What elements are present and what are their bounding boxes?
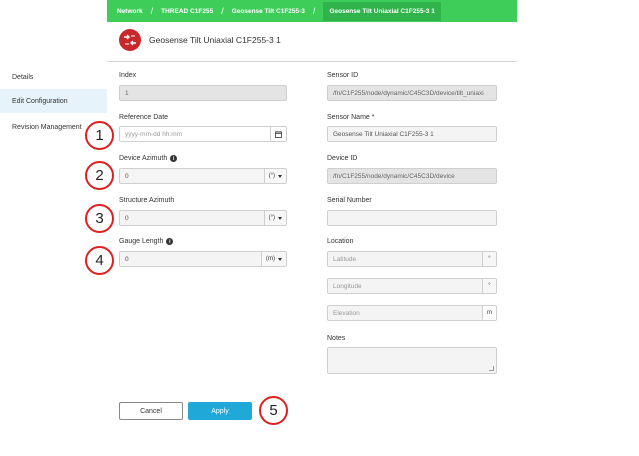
structure-azimuth-input[interactable]: 0 (°) bbox=[119, 210, 287, 226]
latitude-unit: ° bbox=[482, 252, 496, 266]
device-azimuth-value: 0 bbox=[125, 172, 129, 180]
sensor-id-field: /fn/C1F255/node/dynamic/C45C3D/device/ti… bbox=[327, 85, 497, 101]
device-icon bbox=[119, 29, 141, 51]
structure-azimuth-unit-select[interactable]: (°) bbox=[263, 211, 286, 225]
longitude-unit: ° bbox=[482, 279, 496, 293]
gauge-length-unit: (m) bbox=[266, 256, 275, 262]
elevation-input[interactable]: Elevation m bbox=[327, 305, 497, 321]
chevron-down-icon bbox=[278, 174, 282, 178]
gauge-length-value: 0 bbox=[125, 255, 129, 263]
breadcrumb-network[interactable]: Network bbox=[117, 8, 143, 15]
breadcrumb-separator: / bbox=[150, 6, 154, 16]
annotation-marker: 1 bbox=[85, 121, 114, 150]
gauge-length-input[interactable]: 0 (m) bbox=[119, 251, 287, 267]
device-azimuth-label-text: Device Azimuth bbox=[119, 155, 168, 162]
notes-textarea[interactable] bbox=[327, 347, 497, 374]
latitude-placeholder: Latitude bbox=[333, 255, 357, 263]
annotation-marker: 3 bbox=[85, 204, 114, 233]
breadcrumb: Network / THREAD C1F255 / Geosense Tilt … bbox=[107, 0, 517, 22]
breadcrumb-geosense-tilt[interactable]: Geosense Tilt C1F255-3 bbox=[232, 8, 305, 15]
location-label: Location bbox=[327, 238, 354, 245]
breadcrumb-current: Geosense Tilt Uniaxial C1F255-3 1 bbox=[323, 1, 441, 21]
breadcrumb-thread[interactable]: THREAD C1F255 bbox=[161, 8, 213, 15]
device-azimuth-input[interactable]: 0 (°) bbox=[119, 168, 287, 184]
longitude-placeholder: Longitude bbox=[333, 282, 362, 290]
device-id-label: Device ID bbox=[327, 155, 358, 162]
chevron-down-icon bbox=[278, 257, 282, 261]
sensor-id-value: /fn/C1F255/node/dynamic/C45C3D/device/ti… bbox=[333, 89, 484, 97]
elevation-placeholder: Elevation bbox=[333, 309, 360, 317]
reference-date-label: Reference Date bbox=[119, 114, 169, 121]
annotation-marker: 4 bbox=[85, 246, 114, 275]
sidebar-item-details[interactable]: Details bbox=[0, 65, 107, 89]
gauge-length-label-text: Gauge Length bbox=[119, 238, 164, 245]
structure-azimuth-label: Structure Azimuth bbox=[119, 197, 175, 204]
device-azimuth-label: Device Azimuth i bbox=[119, 155, 178, 162]
annotation-marker: 5 bbox=[259, 396, 288, 425]
device-id-value: /fn/C1F255/node/dynamic/C45C3D/device bbox=[333, 172, 455, 180]
device-azimuth-unit-select[interactable]: (°) bbox=[263, 169, 286, 183]
index-label: Index bbox=[119, 72, 137, 79]
chevron-down-icon bbox=[278, 216, 282, 220]
apply-button[interactable]: Apply bbox=[188, 402, 252, 420]
structure-azimuth-unit: (°) bbox=[268, 215, 275, 221]
info-icon[interactable]: i bbox=[170, 155, 178, 162]
page-title: Geosense Tilt Uniaxial C1F255-3 1 bbox=[149, 35, 281, 45]
latitude-input[interactable]: Latitude ° bbox=[327, 251, 497, 267]
index-field: 1 bbox=[119, 85, 287, 101]
structure-azimuth-value: 0 bbox=[125, 214, 129, 222]
sidebar-item-edit-configuration[interactable]: Edit Configuration bbox=[0, 89, 107, 113]
calendar-icon[interactable] bbox=[270, 127, 286, 141]
serial-number-input[interactable] bbox=[327, 210, 497, 226]
device-azimuth-unit: (°) bbox=[268, 173, 275, 179]
sensor-name-label: Sensor Name * bbox=[327, 114, 375, 121]
reference-date-input[interactable]: yyyy-mm-dd hh:mm bbox=[119, 126, 287, 142]
resize-handle-icon[interactable] bbox=[489, 366, 494, 371]
annotation-marker: 2 bbox=[85, 161, 114, 190]
cancel-button[interactable]: Cancel bbox=[119, 402, 183, 420]
sensor-name-input[interactable]: Geosense Tilt Uniaxial C1F255-3 1 bbox=[327, 126, 497, 142]
reference-date-placeholder: yyyy-mm-dd hh:mm bbox=[125, 130, 183, 138]
breadcrumb-separator: / bbox=[312, 6, 316, 16]
breadcrumb-separator: / bbox=[221, 6, 224, 16]
gauge-length-unit-select[interactable]: (m) bbox=[261, 252, 286, 266]
notes-label: Notes bbox=[327, 335, 346, 342]
longitude-input[interactable]: Longitude ° bbox=[327, 278, 497, 294]
sensor-name-value: Geosense Tilt Uniaxial C1F255-3 1 bbox=[333, 130, 434, 138]
header-divider bbox=[107, 61, 517, 62]
info-icon[interactable]: i bbox=[166, 238, 174, 245]
elevation-unit: m bbox=[482, 306, 496, 320]
index-value: 1 bbox=[125, 89, 129, 97]
serial-number-label: Serial Number bbox=[327, 197, 372, 204]
device-id-field: /fn/C1F255/node/dynamic/C45C3D/device bbox=[327, 168, 497, 184]
gauge-length-label: Gauge Length i bbox=[119, 238, 174, 245]
sensor-id-label: Sensor ID bbox=[327, 72, 359, 79]
